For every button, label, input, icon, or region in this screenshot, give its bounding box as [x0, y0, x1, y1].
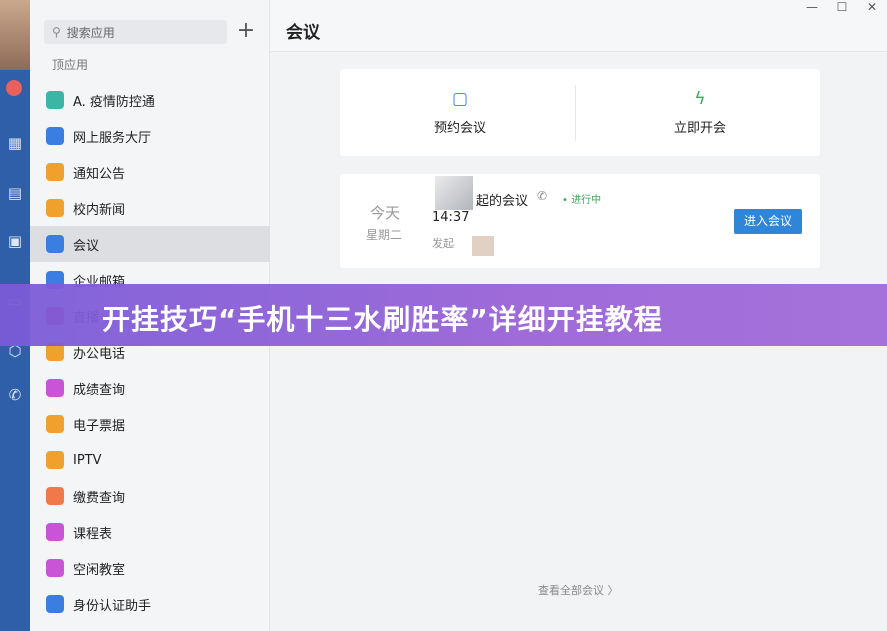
grid-icon[interactable]: ▦ — [0, 130, 30, 156]
sidebar-item-label: 校内新闻 — [73, 202, 126, 218]
sidebar-item[interactable]: 空闲教室 — [30, 550, 270, 586]
pay-icon — [46, 487, 64, 505]
sidebar-item[interactable]: 身份认证助手 — [30, 586, 270, 622]
blurred-avatar — [435, 176, 473, 210]
sidebar-item-label: 网上服务大厅 — [73, 130, 152, 146]
view-all-meetings-link[interactable]: 查看全部会议 〉 — [538, 582, 619, 598]
lightning-icon: ϟ — [694, 89, 706, 109]
sidebar-item-label: 身份认证助手 — [73, 598, 152, 614]
sidebar-item[interactable]: 会议 — [30, 226, 270, 262]
meeting-weekday: 星期二 — [366, 228, 403, 242]
sidebar-item[interactable]: 通知公告 — [30, 154, 270, 190]
section-title: 顶应用 — [52, 58, 89, 72]
shield-icon — [46, 91, 64, 109]
status-badge: • 进行中 — [562, 195, 602, 206]
classroom-icon — [46, 559, 64, 577]
promo-banner: 开挂技巧“手机十三水刷胜率”详细开挂教程 — [0, 284, 887, 346]
receipt-icon — [46, 415, 64, 433]
search-icon: ⚲ — [52, 25, 61, 39]
sidebar-item-label: 缴费查询 — [73, 490, 126, 506]
clipboard-icon: ▢ — [451, 89, 469, 109]
action-card: ▢ 预约会议 ϟ 立即开会 — [340, 69, 820, 156]
instant-meeting-button[interactable]: ϟ 立即开会 — [580, 69, 820, 156]
sidebar-item-label: 课程表 — [73, 526, 113, 542]
sidebar-item[interactable]: IPTV — [30, 442, 270, 478]
apps-icon[interactable]: ▣ — [0, 228, 30, 254]
notification-dot — [6, 80, 22, 96]
divider — [575, 85, 576, 141]
schedule-meeting-label: 预约会议 — [433, 121, 486, 136]
sidebar-item[interactable]: 课程表 — [30, 514, 270, 550]
search-placeholder: 搜索应用 — [66, 25, 115, 40]
meeting-starter: 发起 — [432, 237, 454, 250]
sidebar-item[interactable]: 缴费查询 — [30, 478, 270, 514]
grade-icon — [46, 379, 64, 397]
sidebar-item-label: A. 疫情防控通 — [73, 94, 155, 110]
banner-text: 开挂技巧“手机十三水刷胜率”详细开挂教程 — [102, 303, 663, 336]
sidebar-item-label: 电子票据 — [73, 418, 126, 434]
schedule-icon — [46, 523, 64, 541]
calendar-icon[interactable]: ▤ — [0, 180, 30, 206]
search-input[interactable]: ⚲ 搜索应用 — [44, 20, 227, 44]
minimize-button[interactable]: — — [802, 0, 822, 14]
close-button[interactable]: ✕ — [862, 0, 882, 14]
avatar[interactable] — [0, 0, 30, 70]
meeting-card[interactable]: 今天 星期二 起的会议 ✆ • 进行中 14:37 发起 进入会议 — [340, 174, 820, 268]
phone-icon: ✆ — [537, 189, 548, 203]
sidebar-item-label: 会议 — [73, 238, 100, 254]
add-app-button[interactable]: + — [236, 19, 256, 45]
sidebar-item[interactable]: 网上服务大厅 — [30, 118, 270, 154]
sidebar-item[interactable]: 校内新闻 — [30, 190, 270, 226]
meeting-icon — [46, 235, 64, 253]
blurred-name — [472, 236, 494, 256]
sidebar-item-label: 通知公告 — [73, 166, 126, 182]
main-header: 会议 — ☐ ✕ — [270, 0, 887, 52]
maximize-button[interactable]: ☐ — [832, 0, 852, 14]
meeting-title: 起的会议 — [476, 194, 529, 209]
sidebar-item-label: IPTV — [73, 452, 102, 468]
page-title: 会议 — [286, 23, 320, 43]
sidebar-item[interactable]: 电子票据 — [30, 406, 270, 442]
sidebar-item-label: 成绩查询 — [73, 382, 126, 398]
id-icon — [46, 595, 64, 613]
news-icon — [46, 199, 64, 217]
meeting-time: 14:37 — [432, 210, 470, 225]
phone-icon[interactable]: ✆ — [0, 382, 30, 408]
sidebar-item-label: 空闲教室 — [73, 562, 126, 578]
tv-icon — [46, 451, 64, 469]
schedule-meeting-button[interactable]: ▢ 预约会议 — [340, 69, 580, 156]
instant-meeting-label: 立即开会 — [673, 121, 726, 136]
hall-icon — [46, 127, 64, 145]
enter-meeting-button[interactable]: 进入会议 — [734, 209, 802, 234]
sidebar-item[interactable]: 成绩查询 — [30, 370, 270, 406]
meeting-day: 今天 — [370, 204, 401, 222]
bell-icon — [46, 163, 64, 181]
sidebar-item[interactable]: A. 疫情防控通 — [30, 82, 270, 118]
